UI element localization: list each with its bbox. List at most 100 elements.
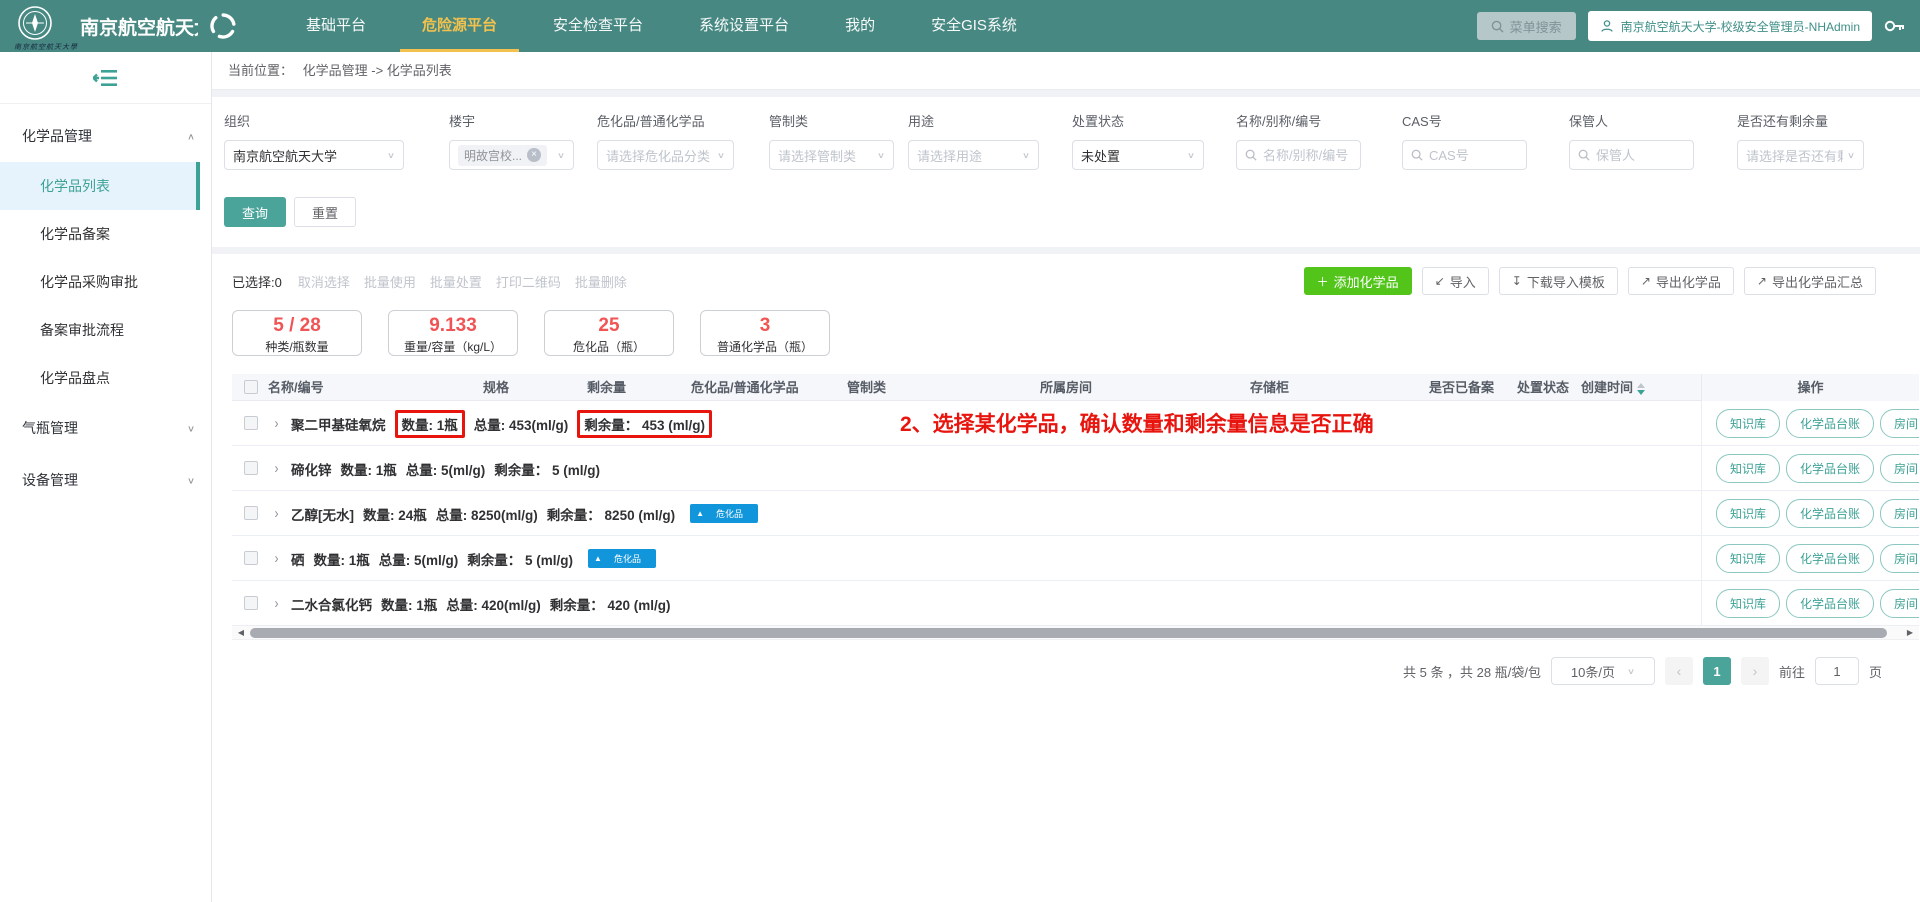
- control-type-select[interactable]: 请选择管制类 ∨: [769, 140, 894, 170]
- table-row[interactable]: › 碲化锌 数量: 1瓶 总量: 5(ml/g) 剩余量： 5 (ml/g) 知…: [232, 446, 1919, 491]
- filter-has-remaining: 是否还有剩余量 请选择是否还有剩 ∨: [1737, 111, 1864, 170]
- chevron-up-icon: ∧: [187, 131, 195, 141]
- bulk-use-link[interactable]: 批量使用: [364, 272, 416, 291]
- warning-icon: ▲: [594, 555, 602, 563]
- row-checkbox[interactable]: [244, 551, 258, 565]
- table-row[interactable]: › 乙醇[无水] 数量: 24瓶 总量: 8250(ml/g) 剩余量： 825…: [232, 491, 1919, 536]
- sidebar-group-device-management[interactable]: 设备管理 ∨: [0, 454, 211, 506]
- chemical-ledger-button[interactable]: 化学品台账: [1786, 409, 1874, 438]
- scroll-left-icon[interactable]: ◀: [234, 626, 248, 640]
- goto-page-input[interactable]: [1815, 657, 1859, 685]
- nav-item-safety-check-platform[interactable]: 安全检查平台: [525, 0, 671, 52]
- chemical-name: 聚二甲基硅氧烷: [291, 414, 386, 434]
- hazard-type-select[interactable]: 请选择危化品分类 ∨: [597, 140, 734, 170]
- row-checkbox[interactable]: [244, 461, 258, 475]
- chemical-ledger-button[interactable]: 化学品台账: [1786, 499, 1874, 528]
- tag-close-icon[interactable]: ×: [527, 148, 541, 162]
- sidebar-group-chemical-management[interactable]: 化学品管理 ∧: [0, 110, 211, 162]
- warning-icon: ▲: [696, 510, 704, 518]
- knowledge-base-button[interactable]: 知识库: [1716, 454, 1780, 483]
- disposal-status-select[interactable]: 未处置 ∨: [1072, 140, 1204, 170]
- scrollbar-thumb[interactable]: [250, 628, 1887, 638]
- page-size-select[interactable]: 10条/页 ∨: [1551, 657, 1655, 685]
- menu-search-button[interactable]: 菜单搜索: [1477, 12, 1576, 40]
- table-row[interactable]: › 硒 数量: 1瓶 总量: 5(ml/g) 剩余量： 5 (ml/g) ▲危化…: [232, 536, 1919, 581]
- table-row[interactable]: › 聚二甲基硅氧烷 数量: 1瓶 总量: 453(ml/g) 剩余量： 453 …: [232, 401, 1919, 446]
- nav-item-mine[interactable]: 我的: [817, 0, 903, 52]
- bulk-delete-link[interactable]: 批量删除: [575, 272, 627, 291]
- table-row[interactable]: › 二水合氯化钙 数量: 1瓶 总量: 420(ml/g) 剩余量： 420 (…: [232, 581, 1919, 626]
- knowledge-base-button[interactable]: 知识库: [1716, 499, 1780, 528]
- chemical-ledger-button[interactable]: 化学品台账: [1786, 589, 1874, 618]
- scroll-right-icon[interactable]: ▶: [1903, 626, 1917, 640]
- expand-row-icon[interactable]: ›: [275, 415, 279, 432]
- knowledge-base-button[interactable]: 知识库: [1716, 409, 1780, 438]
- room-button[interactable]: 房间: [1880, 454, 1919, 483]
- sidebar-group-gas-cylinder[interactable]: 气瓶管理 ∨: [0, 402, 211, 454]
- chevron-down-icon: ∨: [717, 150, 725, 160]
- query-button[interactable]: 查询: [224, 197, 286, 227]
- knowledge-base-button[interactable]: 知识库: [1716, 544, 1780, 573]
- export-summary-button[interactable]: ↗ 导出化学品汇总: [1744, 267, 1876, 295]
- knowledge-base-button[interactable]: 知识库: [1716, 589, 1780, 618]
- nav-item-hazard-platform[interactable]: 危险源平台: [394, 0, 525, 52]
- chemical-ledger-button[interactable]: 化学品台账: [1786, 544, 1874, 573]
- import-button[interactable]: ↙ 导入: [1422, 267, 1489, 295]
- chevron-down-icon: ∨: [1627, 666, 1635, 676]
- section-divider: [212, 247, 1920, 254]
- usage-select[interactable]: 请选择用途 ∨: [908, 140, 1039, 170]
- org-select[interactable]: 南京航空航天大学 ∨: [224, 140, 404, 170]
- print-qrcode-link[interactable]: 打印二维码: [496, 272, 561, 291]
- sidebar-item-chemical-inventory[interactable]: 化学品盘点: [0, 354, 200, 402]
- top-navbar: 南京航空航天大學 南京航空航天大 基础平台 危险源平台 安全检查平台 系统设置平…: [0, 0, 1920, 52]
- add-chemical-button[interactable]: ＋ 添加化学品: [1304, 267, 1412, 295]
- key-icon[interactable]: [1884, 18, 1906, 34]
- user-account-button[interactable]: 南京航空航天大学-校级安全管理员-NHAdmin: [1588, 11, 1872, 41]
- sidebar-item-chemical-filing[interactable]: 化学品备案: [0, 210, 200, 258]
- page-number-button[interactable]: 1: [1703, 657, 1731, 685]
- cancel-selection-link[interactable]: 取消选择: [298, 272, 350, 291]
- user-icon: [1600, 19, 1614, 33]
- expand-row-icon[interactable]: ›: [275, 460, 279, 477]
- export-chemicals-button[interactable]: ↗ 导出化学品: [1628, 267, 1734, 295]
- cas-input[interactable]: [1429, 148, 1518, 163]
- chemical-ledger-button[interactable]: 化学品台账: [1786, 454, 1874, 483]
- room-button[interactable]: 房间: [1880, 499, 1919, 528]
- bulk-dispose-link[interactable]: 批量处置: [430, 272, 482, 291]
- download-template-button[interactable]: ↧ 下载导入模板: [1499, 267, 1618, 295]
- has-remaining-select[interactable]: 请选择是否还有剩 ∨: [1737, 140, 1864, 170]
- row-checkbox[interactable]: [244, 416, 258, 430]
- app-root: 南京航空航天大學 南京航空航天大 基础平台 危险源平台 安全检查平台 系统设置平…: [0, 0, 1920, 902]
- org-loading-icon[interactable]: [208, 11, 238, 41]
- room-button[interactable]: 房间: [1880, 544, 1919, 573]
- nav-item-base-platform[interactable]: 基础平台: [278, 0, 394, 52]
- sort-icons[interactable]: [1637, 383, 1645, 395]
- nav-item-safety-gis[interactable]: 安全GIS系统: [903, 0, 1045, 52]
- row-checkbox[interactable]: [244, 506, 258, 520]
- expand-row-icon[interactable]: ›: [275, 595, 279, 612]
- sidebar-item-chemical-list[interactable]: 化学品列表: [0, 162, 200, 210]
- expand-row-icon[interactable]: ›: [275, 505, 279, 522]
- annotation-box-quantity: 数量: 1瓶: [395, 410, 465, 438]
- selected-count: 已选择:0: [232, 272, 282, 291]
- reset-button[interactable]: 重置: [294, 197, 356, 227]
- keeper-input[interactable]: [1596, 148, 1685, 163]
- sidebar-item-purchase-approval[interactable]: 化学品采购审批: [0, 258, 200, 306]
- chemical-remaining: 剩余量： 420 (ml/g): [550, 594, 671, 614]
- sidebar-item-filing-approval-flow[interactable]: 备案审批流程: [0, 306, 200, 354]
- expand-row-icon[interactable]: ›: [275, 550, 279, 567]
- room-button[interactable]: 房间: [1880, 409, 1919, 438]
- prev-page-button[interactable]: ‹: [1665, 657, 1693, 685]
- keeper-search-box: [1569, 140, 1694, 170]
- select-all-checkbox[interactable]: [244, 380, 258, 394]
- room-button[interactable]: 房间: [1880, 589, 1919, 618]
- horizontal-scrollbar[interactable]: ◀ ▶: [232, 626, 1919, 640]
- nav-item-system-settings-platform[interactable]: 系统设置平台: [671, 0, 817, 52]
- next-page-button[interactable]: ›: [1741, 657, 1769, 685]
- building-select[interactable]: 明故宫校... × ∨: [449, 140, 574, 170]
- sidebar-collapse-button[interactable]: [0, 52, 211, 104]
- name-search-input[interactable]: [1263, 148, 1352, 163]
- created-time-sort-header[interactable]: 创建时间: [1581, 374, 1645, 401]
- row-checkbox[interactable]: [244, 596, 258, 610]
- plus-icon: ＋: [1317, 273, 1329, 290]
